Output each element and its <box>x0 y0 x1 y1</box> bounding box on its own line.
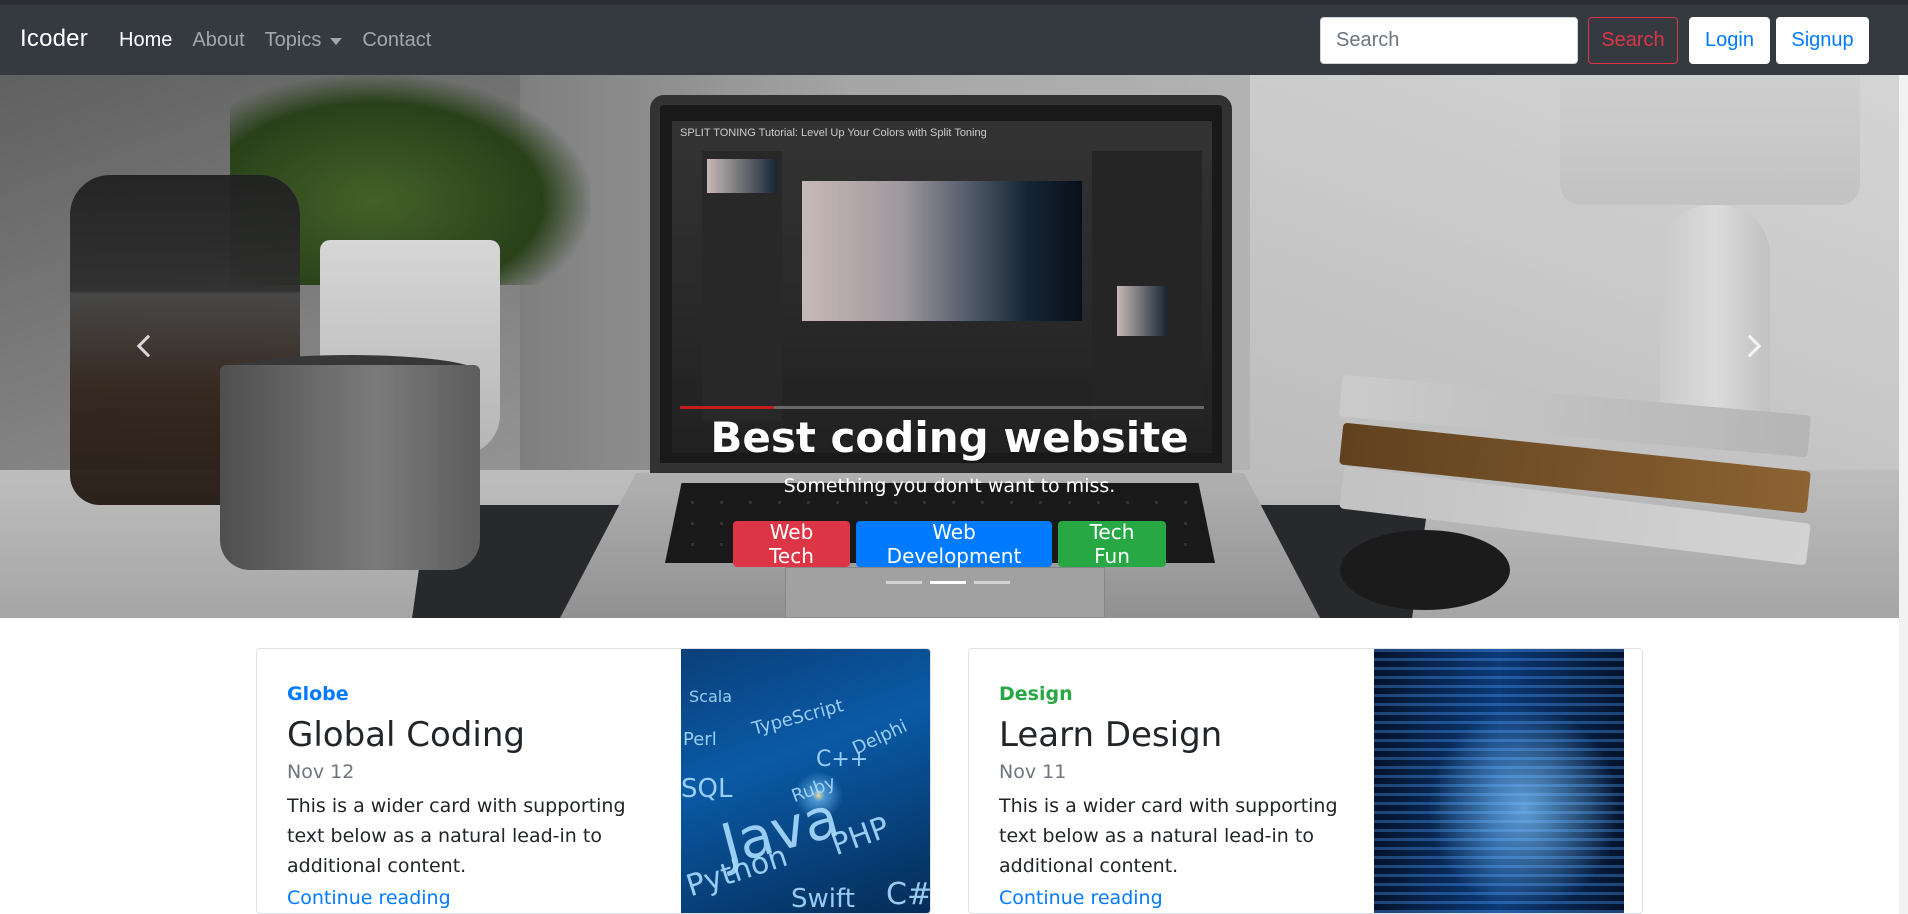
tech-fun-button[interactable]: Tech Fun <box>1058 520 1166 568</box>
nav-about-link[interactable]: About <box>192 29 244 52</box>
login-button[interactable]: Login <box>1689 17 1770 64</box>
card-learn-design: Design Learn Design Nov 11 This is a wid… <box>968 648 1643 914</box>
caption-subtitle: Something you don't want to miss. <box>783 475 1116 497</box>
navbar: Icoder Home About Topics Contact Search … <box>0 5 1908 75</box>
image-word: Delphi <box>849 715 911 760</box>
nav-topics-dropdown[interactable]: Topics <box>265 29 343 52</box>
card-category: Design <box>999 683 1073 705</box>
image-word: Swift <box>791 884 855 914</box>
card-date: Nov 11 <box>999 761 1067 783</box>
continue-reading-link[interactable]: Continue reading <box>999 887 1379 909</box>
brand-logo[interactable]: Icoder <box>20 25 88 53</box>
card-body: Globe Global Coding Nov 12 This is a wid… <box>287 683 667 909</box>
hero-carousel: SPLIT TONING Tutorial: Level Up Your Col… <box>0 75 1899 618</box>
card-title: Global Coding <box>287 715 525 755</box>
card-text: This is a wider card with supporting tex… <box>999 795 1338 877</box>
nav-links: Home About Topics Contact <box>119 29 451 52</box>
search-input[interactable] <box>1320 17 1578 64</box>
continue-reading-link[interactable]: Continue reading <box>287 887 667 909</box>
carousel-indicator-3[interactable] <box>974 581 1010 584</box>
card-title: Learn Design <box>999 715 1223 755</box>
image-word: Scala <box>689 687 733 706</box>
card-body: Design Learn Design Nov 11 This is a wid… <box>999 683 1379 909</box>
web-development-button[interactable]: Web Development <box>856 520 1052 568</box>
caption-buttons: Web Tech Web Development Tech Fun <box>733 520 1166 568</box>
signup-button[interactable]: Signup <box>1776 17 1869 64</box>
card-text: This is a wider card with supporting tex… <box>287 795 626 877</box>
carousel-indicator-1[interactable] <box>886 581 922 584</box>
image-word: Perl <box>683 729 717 750</box>
nav-contact-link[interactable]: Contact <box>362 29 431 52</box>
web-tech-button[interactable]: Web Tech <box>733 520 850 568</box>
caret-down-icon <box>330 38 343 45</box>
card-date: Nov 12 <box>287 761 355 783</box>
image-word: TypeScript <box>749 695 846 740</box>
search-button[interactable]: Search <box>1588 17 1678 64</box>
image-word: C# <box>886 877 931 912</box>
card-image-code-tunnel <box>1374 649 1624 913</box>
card-image-code-languages: Scala TypeScript Perl C++ Ruby Java PHP … <box>681 649 931 914</box>
caption-title: Best coding website <box>710 413 1189 462</box>
card-category: Globe <box>287 683 349 705</box>
card-global-coding: Globe Global Coding Nov 12 This is a wid… <box>256 648 931 914</box>
nav-topics-label: Topics <box>264 29 322 51</box>
carousel-indicators <box>886 581 1010 584</box>
nav-home-link[interactable]: Home <box>119 29 172 52</box>
carousel-caption: Best coding website Something you don't … <box>0 75 1899 618</box>
image-word: SQL <box>681 774 733 804</box>
scrollbar-track[interactable] <box>1899 75 1908 914</box>
carousel-indicator-2[interactable] <box>930 581 966 584</box>
